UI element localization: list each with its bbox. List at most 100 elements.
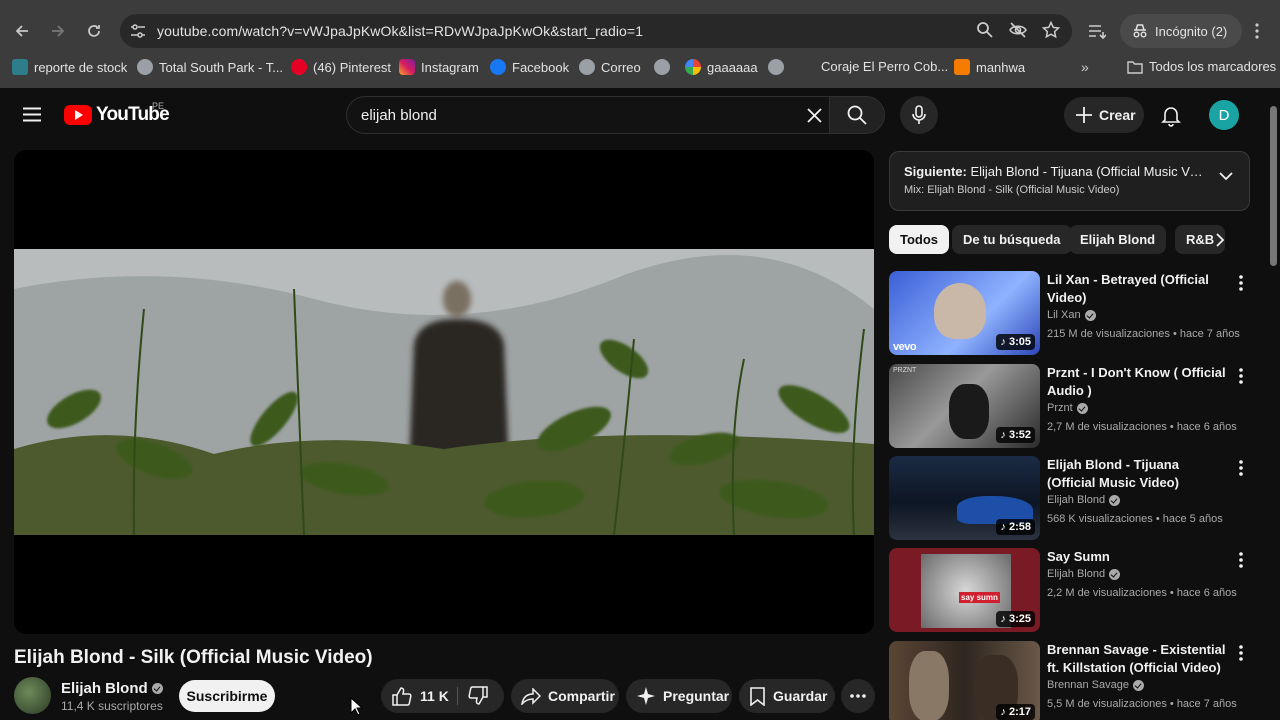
video-thumbnail[interactable]: say sumn ♪ 3:25 [889, 548, 1040, 632]
search-button[interactable] [829, 96, 885, 134]
list-item[interactable]: ♪ 2:17 Brennan Savage - Existential ft. … [889, 641, 1254, 720]
video-thumbnail[interactable]: ♪ 2:17 [889, 641, 1040, 720]
channel-name[interactable]: Elijah Blond [1047, 568, 1121, 580]
video-duration: ♪ 3:52 [996, 427, 1035, 443]
channel-name[interactable]: Prznt [1047, 402, 1088, 414]
all-bookmarks[interactable]: Todos los marcadores [1127, 59, 1276, 74]
address-bar[interactable]: youtube.com/watch?v=vWJpaJpKwOk&list=RDv… [120, 14, 1072, 48]
video-title[interactable]: Elijah Blond - Tijuana (Official Music V… [1047, 456, 1229, 492]
video-title[interactable]: Prznt - I Don't Know ( Official Audio ) [1047, 364, 1229, 400]
verified-badge-icon [1076, 402, 1088, 414]
bookmark-item[interactable] [654, 59, 670, 75]
bookmark-item[interactable] [768, 59, 784, 75]
video-frame [14, 249, 874, 535]
incognito-label: Incógnito (2) [1155, 23, 1228, 39]
thumbnail-badge: vevo [893, 341, 917, 353]
bookmark-item[interactable]: manhwa [954, 59, 1025, 75]
video-meta: 215 M de visualizaciones • hace 7 años [1047, 328, 1240, 340]
video-player[interactable] [14, 150, 874, 634]
video-duration: ♪ 2:58 [996, 519, 1035, 535]
globe-icon [654, 59, 670, 75]
create-button[interactable]: Crear [1064, 97, 1144, 133]
chevron-right-icon[interactable] [1216, 233, 1225, 247]
browser-menu-icon[interactable] [1254, 23, 1260, 39]
share-button[interactable]: Compartir [511, 679, 619, 713]
list-item[interactable]: say sumn ♪ 3:25 Say Sumn Elijah Blond 2,… [889, 548, 1254, 632]
more-vertical-icon[interactable] [1239, 275, 1243, 291]
video-thumbnail[interactable]: vevo ♪ 3:05 [889, 271, 1040, 355]
more-vertical-icon[interactable] [1239, 645, 1243, 661]
pinterest-icon [291, 59, 307, 75]
video-scene-image [14, 249, 874, 535]
page-scrollbar[interactable] [1266, 88, 1280, 720]
video-thumbnail[interactable]: PRZNT ♪ 3:52 [889, 364, 1040, 448]
arrow-right-icon [52, 25, 65, 37]
chevron-down-icon[interactable] [1219, 172, 1233, 181]
bookmark-item[interactable]: Total South Park - T... [137, 59, 283, 75]
channel-name[interactable]: Lil Xan [1047, 309, 1096, 321]
manhwa-icon [954, 59, 970, 75]
site-settings-icon[interactable] [129, 22, 147, 40]
search-input[interactable]: elijah blond [346, 96, 830, 134]
channel-name[interactable]: Elijah Blond [1047, 494, 1121, 506]
chip-de-tu-busqueda[interactable]: De tu búsqueda [952, 225, 1072, 254]
more-vertical-icon[interactable] [1239, 368, 1243, 384]
ask-button[interactable]: Preguntar [626, 679, 732, 713]
video-duration: ♪ 3:05 [996, 334, 1035, 350]
forward-button[interactable] [40, 13, 76, 49]
bookmark-item[interactable]: Coraje El Perro Cob... [821, 59, 948, 74]
list-item[interactable]: PRZNT ♪ 3:52 Prznt - I Don't Know ( Offi… [889, 364, 1254, 448]
thumbs-down-icon [468, 686, 488, 705]
thumbnail-figure [909, 651, 949, 720]
hamburger-menu-icon[interactable] [23, 107, 41, 122]
bookmark-item[interactable]: gaaaaaa [685, 59, 758, 75]
bookmark-item[interactable]: Instagram [399, 59, 479, 75]
voice-search-button[interactable] [900, 96, 938, 134]
bookmark-item[interactable]: reporte de stock [12, 59, 127, 75]
video-title[interactable]: Say Sumn [1047, 548, 1229, 566]
chip-elijah-blond[interactable]: Elijah Blond [1069, 225, 1167, 254]
mouse-cursor-icon [350, 697, 362, 716]
subscribe-button[interactable]: Suscribirme [179, 680, 275, 712]
channel-avatar[interactable] [14, 677, 51, 714]
video-meta: 2,7 M de visualizaciones • hace 6 años [1047, 421, 1237, 433]
more-bookmarks-icon[interactable]: » [1081, 59, 1089, 75]
zoom-icon[interactable] [976, 21, 994, 39]
video-thumbnail[interactable]: ♪ 2:58 [889, 456, 1040, 540]
country-code: PE [152, 101, 165, 111]
bookmark-item[interactable]: Facebook [490, 59, 569, 75]
browser-toolbar: youtube.com/watch?v=vWJpaJpKwOk&list=RDv… [0, 8, 1280, 54]
more-vertical-icon[interactable] [1239, 552, 1243, 568]
reload-button[interactable] [76, 13, 112, 49]
dislike-button[interactable] [468, 686, 488, 708]
facebook-icon [490, 59, 506, 75]
google-icon [685, 59, 701, 75]
video-title[interactable]: Lil Xan - Betrayed (Official Video) [1047, 271, 1229, 307]
reading-list-icon[interactable] [1088, 23, 1106, 39]
list-item[interactable]: ♪ 2:58 Elijah Blond - Tijuana (Official … [889, 456, 1254, 540]
more-actions-button[interactable] [841, 679, 875, 713]
video-title[interactable]: Brennan Savage - Existential ft. Killsta… [1047, 641, 1229, 677]
star-icon[interactable] [1042, 21, 1060, 39]
list-item[interactable]: vevo ♪ 3:05 Lil Xan - Betrayed (Official… [889, 271, 1254, 355]
more-vertical-icon[interactable] [1239, 460, 1243, 476]
incognito-badge[interactable]: Incógnito (2) [1120, 14, 1242, 48]
bookmark-item[interactable]: Correo [579, 59, 641, 75]
search-query: elijah blond [361, 107, 437, 124]
chip-todos[interactable]: Todos [889, 225, 950, 254]
save-button[interactable]: Guardar [739, 679, 835, 713]
back-button[interactable] [4, 13, 40, 49]
up-next-panel[interactable]: Siguiente: Elijah Blond - Tijuana (Offic… [889, 151, 1250, 211]
bookmark-item[interactable]: (46) Pinterest [291, 59, 391, 75]
channel-name[interactable]: Elijah Blond [61, 680, 163, 697]
channel-name[interactable]: Brennan Savage [1047, 679, 1144, 691]
clear-search-icon[interactable] [807, 108, 822, 123]
scrollbar-thumb[interactable] [1270, 106, 1277, 266]
folder-icon [1127, 60, 1143, 74]
notifications-bell-icon[interactable] [1161, 105, 1181, 127]
eye-off-icon[interactable] [1008, 21, 1028, 39]
like-button[interactable]: 11 K [381, 686, 449, 706]
url-text: youtube.com/watch?v=vWJpaJpKwOk&list=RDv… [157, 23, 644, 39]
account-avatar[interactable]: D [1209, 100, 1239, 130]
globe-icon [137, 59, 153, 75]
